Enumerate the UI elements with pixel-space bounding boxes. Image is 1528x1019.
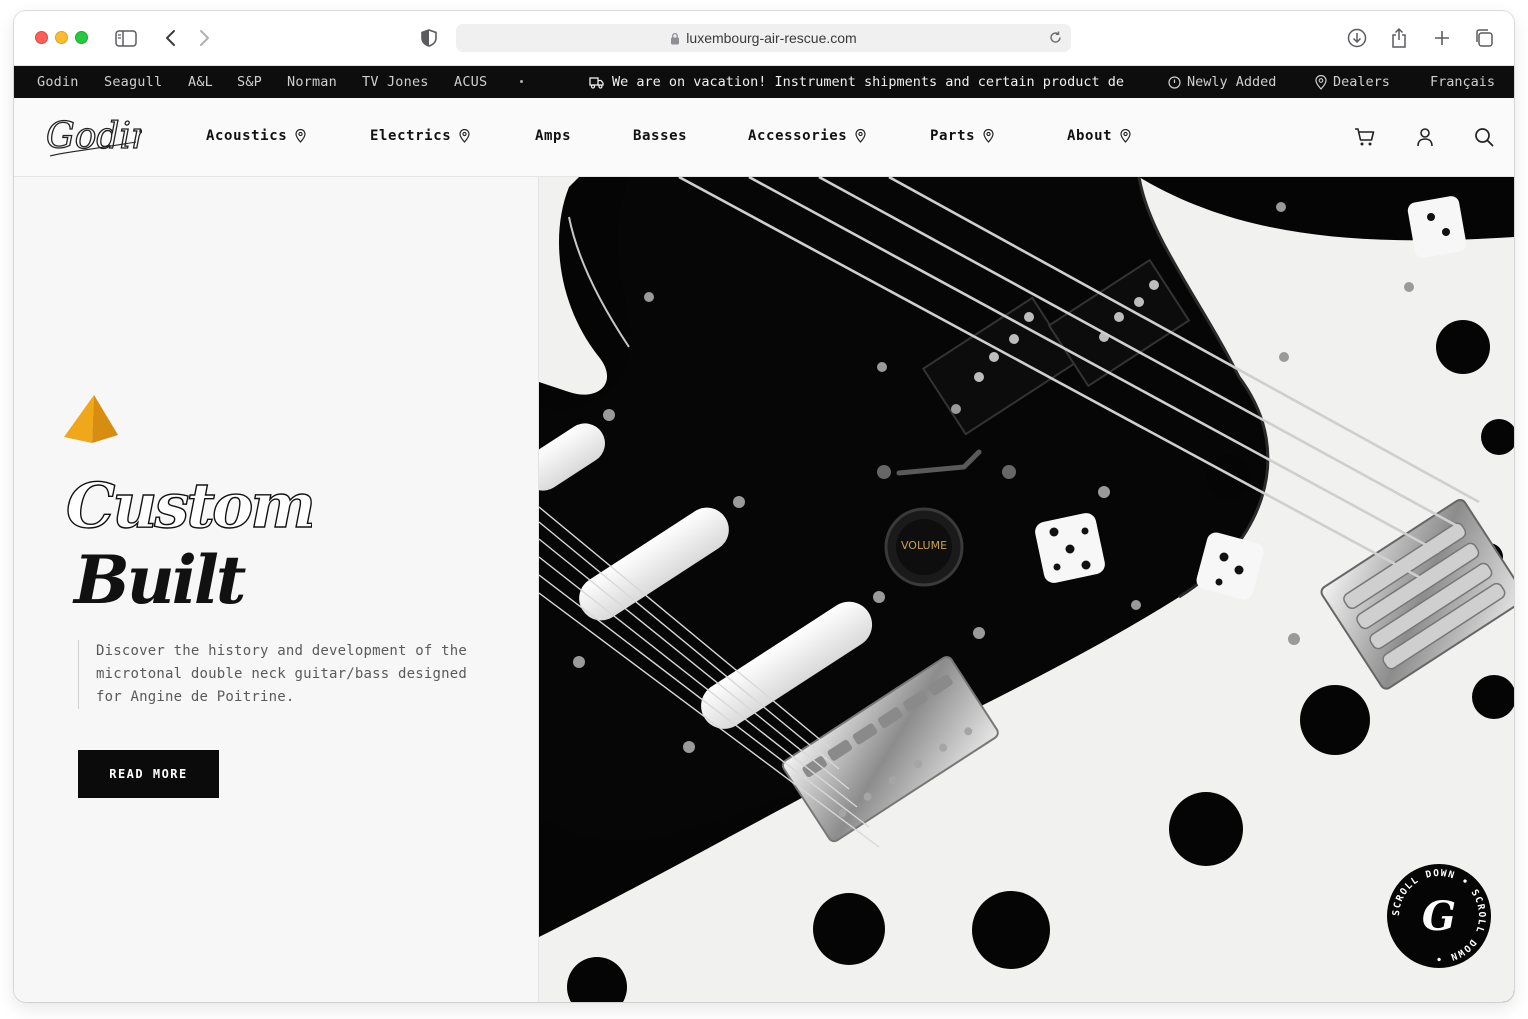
back-icon[interactable]	[158, 25, 184, 51]
reload-icon[interactable]	[1048, 30, 1063, 45]
brand-link-seagull[interactable]: Seagull	[104, 74, 162, 90]
nav-amps[interactable]: Amps	[535, 128, 571, 144]
read-more-button[interactable]: READ MORE	[78, 750, 219, 798]
nav-acoustics-label: Acoustics	[206, 128, 288, 144]
location-pin-icon	[459, 129, 470, 143]
top-utility-bar: Godin Seagull A&L S&P Norman TV Jones AC…	[14, 66, 1514, 98]
search-icon[interactable]	[1472, 125, 1496, 149]
newly-added-label: Newly Added	[1187, 74, 1277, 90]
main-navigation: Godin Acoustics Electrics Amps Basses Ac…	[14, 98, 1514, 177]
hero-description: Discover the history and development of …	[78, 640, 498, 709]
close-window-button[interactable]	[35, 31, 48, 44]
cart-icon[interactable]	[1353, 125, 1377, 149]
address-bar[interactable]: luxembourg-air-rescue.com	[456, 24, 1071, 52]
godin-logo[interactable]: Godin	[44, 112, 154, 168]
nav-acoustics[interactable]: Acoustics	[206, 128, 306, 144]
headline-outline: Custom	[66, 469, 312, 542]
nav-about-label: About	[1067, 128, 1113, 144]
brand-link-norman[interactable]: Norman	[287, 74, 337, 90]
brand-link-acus[interactable]: ACUS	[454, 74, 487, 90]
minimize-window-button[interactable]	[55, 31, 68, 44]
nav-parts[interactable]: Parts	[930, 128, 994, 144]
nav-accessories[interactable]: Accessories	[748, 128, 866, 144]
volume-knob: VOLUME	[884, 507, 964, 587]
nav-basses[interactable]: Basses	[633, 128, 687, 144]
new-tab-icon[interactable]	[1429, 25, 1455, 51]
truck-icon	[589, 76, 604, 89]
location-pin-icon	[1120, 129, 1131, 143]
brand-link-al[interactable]: A&L	[188, 74, 213, 90]
clock-icon	[1168, 75, 1181, 89]
nav-accessories-label: Accessories	[748, 128, 848, 144]
share-icon[interactable]	[1386, 25, 1412, 51]
browser-window: luxembourg-air-rescue.com Godin Seagull …	[14, 11, 1514, 1002]
headline-solid: Built	[72, 541, 246, 613]
pyramid-icon	[62, 393, 120, 449]
location-pin-icon	[855, 129, 866, 143]
brand-link-tv-jones[interactable]: TV Jones	[362, 74, 429, 90]
brand-link-sp[interactable]: S&P	[237, 74, 262, 90]
location-pin-icon	[1315, 74, 1327, 90]
brand-link-godin[interactable]: Godin	[37, 74, 79, 90]
nav-parts-label: Parts	[930, 128, 976, 144]
maximize-window-button[interactable]	[75, 31, 88, 44]
forward-icon[interactable]	[191, 25, 217, 51]
nav-electrics-label: Electrics	[370, 128, 452, 144]
logo-wordmark: Godin	[46, 116, 142, 157]
badge-logo-letter: G	[1422, 893, 1456, 940]
privacy-shield-icon[interactable]	[416, 25, 442, 51]
separator-dot	[520, 80, 523, 83]
nav-electrics[interactable]: Electrics	[370, 128, 470, 144]
hero-guitar-image: VOLUME SCROLL DOWN • SCROLL DOWN • G	[539, 177, 1514, 1002]
browser-toolbar: luxembourg-air-rescue.com	[14, 11, 1514, 66]
tab-overview-icon[interactable]	[1471, 25, 1497, 51]
guitar-illustration: VOLUME	[539, 177, 1514, 1002]
dealers-label: Dealers	[1333, 74, 1390, 90]
nav-amps-label: Amps	[535, 128, 572, 144]
language-switch[interactable]: Français	[1430, 66, 1495, 98]
lock-icon	[671, 32, 680, 44]
sidebar-toggle-icon[interactable]	[113, 25, 139, 51]
dealers-link[interactable]: Dealers	[1315, 66, 1390, 98]
nav-about[interactable]: About	[1067, 128, 1131, 144]
custom-built-headline: Custom Built	[62, 463, 316, 619]
announcement-ticker[interactable]: We are on vacation! Instrument shipments…	[589, 66, 1151, 98]
nav-basses-label: Basses	[633, 128, 688, 144]
url-text: luxembourg-air-rescue.com	[686, 30, 857, 46]
location-pin-icon	[983, 129, 994, 143]
location-pin-icon	[295, 129, 306, 143]
announcement-text: We are on vacation! Instrument shipments…	[612, 74, 1125, 90]
downloads-icon[interactable]	[1344, 25, 1370, 51]
newly-added-link[interactable]: Newly Added	[1168, 66, 1276, 98]
account-icon[interactable]	[1413, 125, 1437, 149]
volume-knob-label: VOLUME	[901, 539, 947, 552]
hero-text-panel: Custom Built Discover the history and de…	[14, 177, 539, 1002]
